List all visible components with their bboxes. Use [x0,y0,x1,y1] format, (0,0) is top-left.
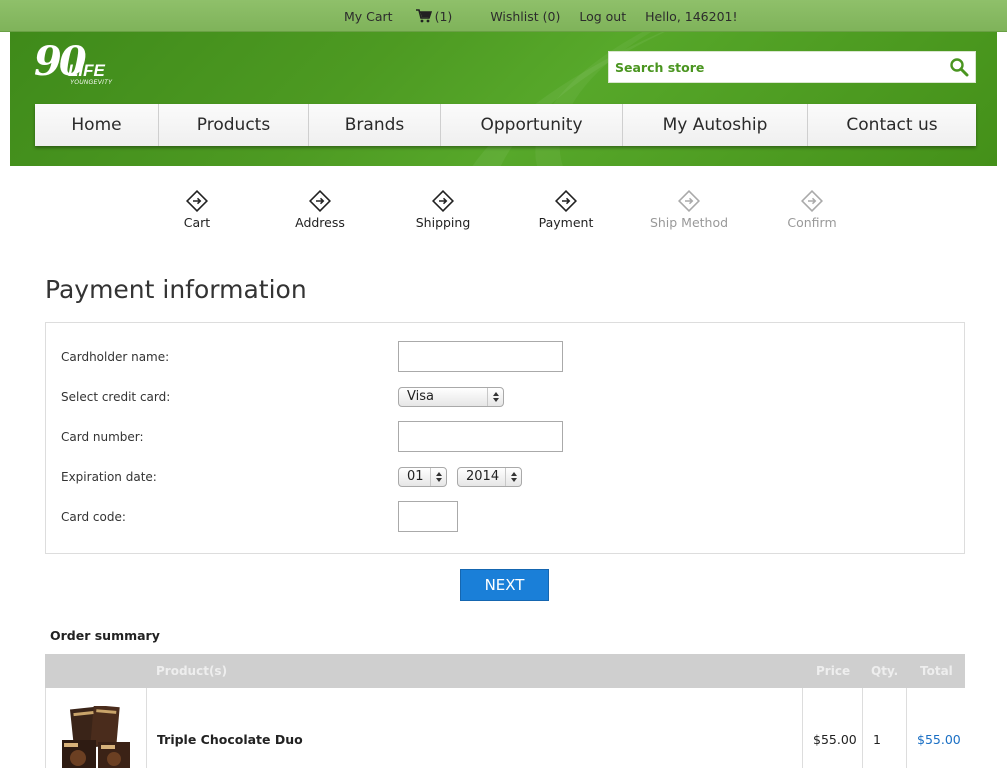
price-cell: $55.00 [803,688,863,768]
my-cart-label: My Cart [344,8,393,24]
card-type-value: Visa [407,389,434,404]
cart-count: (1) [434,8,453,24]
product-image[interactable] [58,706,134,768]
step-cart[interactable]: Cart [136,190,258,230]
card-type-label: Select credit card: [61,390,171,404]
step-address[interactable]: Address [259,190,381,230]
select-arrows-icon [430,468,446,486]
table-row: Triple Chocolate Duo $55.00 1 $55.00 [45,688,965,768]
nav-brands[interactable]: Brands [309,104,441,146]
order-table-header: Product(s) Price Qty. Total [45,654,965,688]
card-type-select[interactable]: Visa [398,387,504,407]
card-code-label: Card code: [61,510,126,524]
arrow-diamond-icon [186,190,208,212]
select-arrows-icon [505,468,521,486]
step-label: Ship Method [649,215,729,230]
arrow-diamond-icon [309,190,331,212]
product-name[interactable]: Triple Chocolate Duo [157,732,303,747]
qty-cell: 1 [863,688,907,768]
cardholder-label: Cardholder name: [61,350,170,364]
product-image-cell [46,688,147,768]
col-price: Price [816,664,851,678]
my-cart-link[interactable]: My Cart (1) [344,9,471,24]
exp-month-value: 01 [407,469,424,484]
card-number-label: Card number: [61,430,144,444]
exp-month-select[interactable]: 01 [398,467,447,487]
step-confirm: Confirm [751,190,873,230]
main-nav: Home Products Brands Opportunity My Auto… [35,104,976,146]
total-cell: $55.00 [907,688,966,768]
order-summary-title: Order summary [50,628,160,643]
search-input[interactable] [609,52,939,82]
search-box [608,51,976,83]
col-product: Product(s) [156,664,228,678]
step-label: Confirm [787,215,837,230]
expiration-label: Expiration date: [61,470,157,484]
wishlist-link[interactable]: Wishlist (0) [490,9,560,24]
greeting-text: Hello, 146201! [645,8,738,24]
step-label: Cart [183,215,211,230]
card-number-input[interactable] [398,421,563,452]
product-name-cell: Triple Chocolate Duo [147,688,803,768]
site-header: 90 LIFE YOUNGEVITY Home Products Brands … [10,32,997,166]
arrow-diamond-icon [555,190,577,212]
logo-tagline: YOUNGEVITY [70,80,113,86]
top-utility-bar: My Cart (1) Wishlist (0) Log out Hello, … [0,0,1007,32]
product-price: $55.00 [813,732,857,747]
step-label: Address [295,215,345,230]
step-label: Shipping [415,215,471,230]
step-label: Payment [538,215,594,230]
product-total: $55.00 [917,732,961,747]
logo-word: LIFE [68,61,105,80]
exp-year-value: 2014 [466,469,500,484]
nav-contact-us[interactable]: Contact us [808,104,976,146]
select-arrows-icon [487,388,503,406]
arrow-diamond-icon [432,190,454,212]
logout-link[interactable]: Log out [579,9,626,24]
arrow-diamond-icon [801,190,823,212]
card-code-input[interactable] [398,501,458,532]
nav-products[interactable]: Products [159,104,309,146]
nav-my-autoship[interactable]: My Autoship [623,104,808,146]
page-title: Payment information [45,275,307,304]
site-logo[interactable]: 90 LIFE YOUNGEVITY [34,38,114,92]
nav-home[interactable]: Home [35,104,159,146]
search-icon[interactable] [949,57,969,77]
account-links: My Cart (1) Wishlist (0) Log out Hello, … [344,0,757,32]
arrow-diamond-icon [678,190,700,212]
nav-opportunity[interactable]: Opportunity [441,104,623,146]
col-total: Total [920,664,953,678]
product-qty: 1 [873,732,881,747]
cardholder-name-input[interactable] [398,341,563,372]
cart-icon [415,9,432,23]
exp-year-select[interactable]: 2014 [457,467,522,487]
step-payment[interactable]: Payment [505,190,627,230]
checkout-steps: Cart Address Shipping Payment Ship Metho… [136,190,876,234]
step-ship-method: Ship Method [628,190,750,230]
step-shipping[interactable]: Shipping [382,190,504,230]
col-qty: Qty. [871,664,899,678]
next-button[interactable]: NEXT [460,569,549,601]
payment-form: Cardholder name: Select credit card: Vis… [45,322,965,554]
